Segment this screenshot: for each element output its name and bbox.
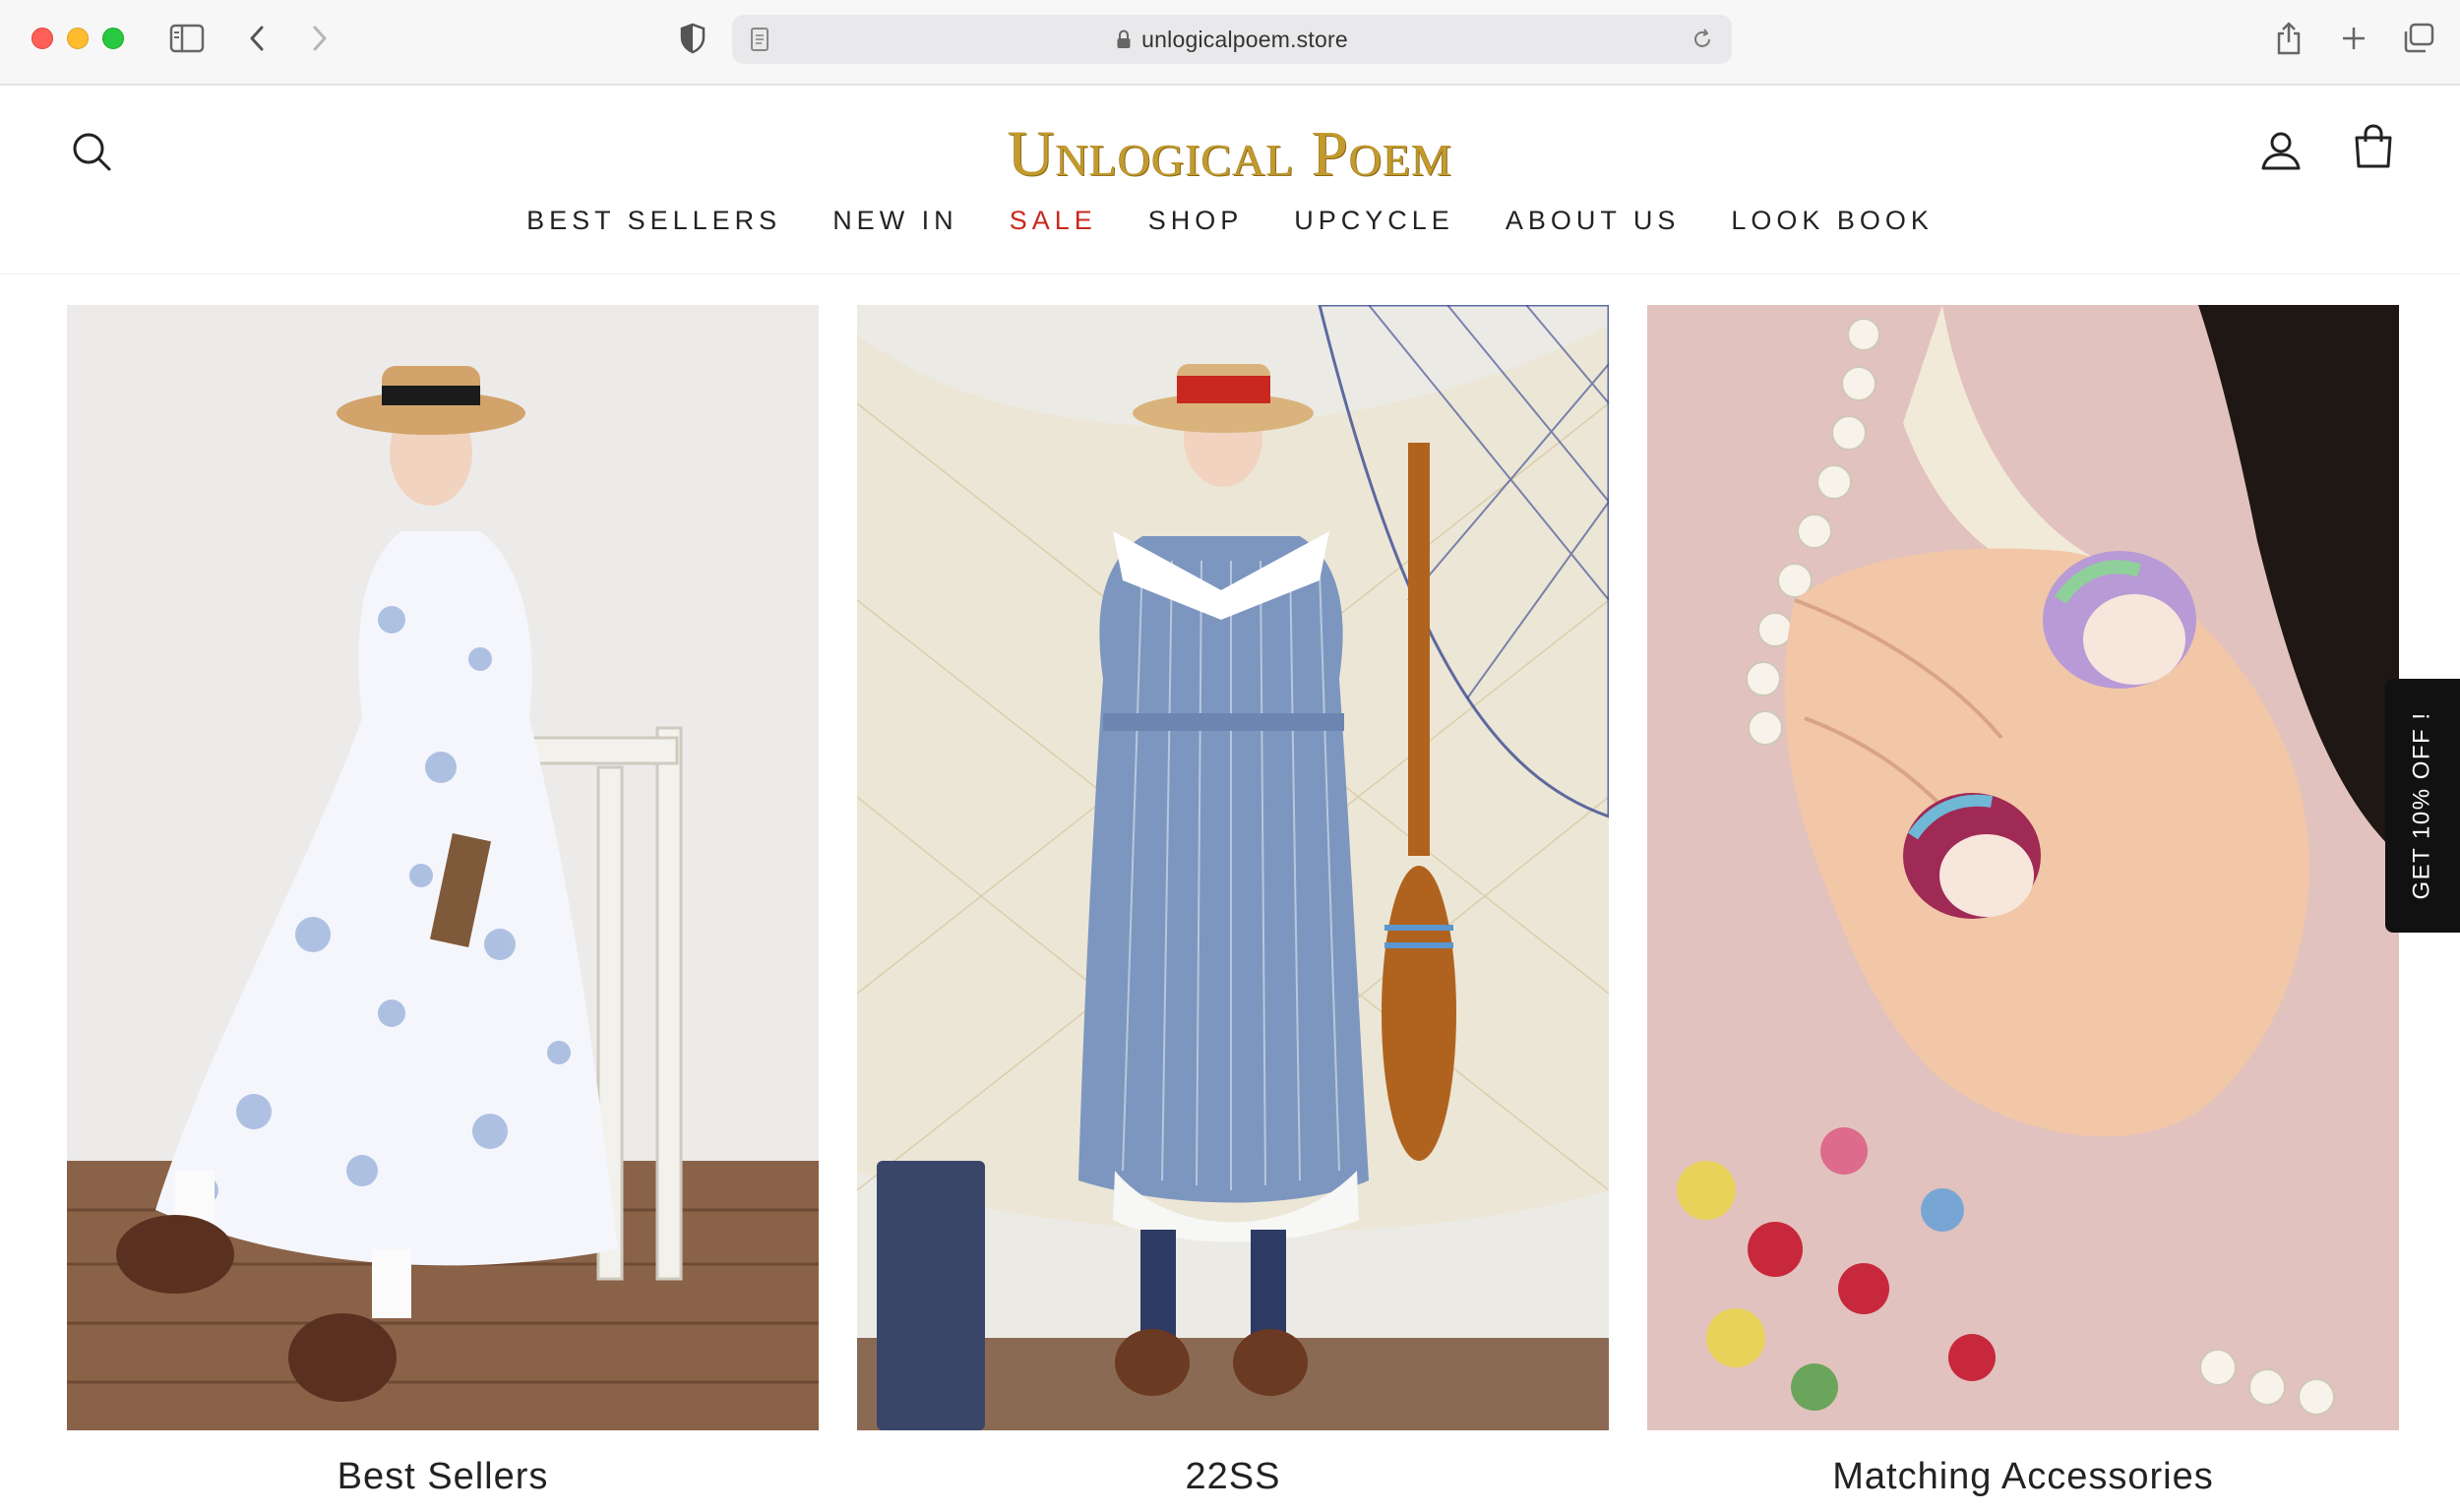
nav-new-in[interactable]: NEW IN (807, 206, 984, 236)
tab-overview-button[interactable] (2397, 16, 2440, 61)
nav-about-us[interactable]: ABOUT US (1480, 206, 1706, 236)
nav-best-sellers[interactable]: BEST SELLERS (501, 206, 807, 236)
nav-look-book[interactable]: LOOK BOOK (1705, 206, 1959, 236)
back-button[interactable] (238, 16, 276, 61)
nav-upcycle[interactable]: UPCYCLE (1268, 206, 1480, 236)
shield-icon (680, 23, 706, 54)
forward-button[interactable] (301, 16, 338, 61)
shopping-bag-icon (2353, 123, 2394, 174)
collection-image-best-sellers[interactable] (67, 305, 819, 1430)
collection-title[interactable]: Matching Accessories (1647, 1456, 2399, 1498)
collection-image-22ss[interactable] (857, 305, 1609, 1430)
browser-toolbar: unlogicalpoem.store (0, 0, 2460, 86)
chevron-left-icon (247, 24, 267, 53)
close-window-button[interactable] (31, 28, 53, 49)
zoom-window-button[interactable] (102, 28, 124, 49)
sidebar-toggle-button[interactable] (165, 16, 209, 61)
user-icon (2260, 130, 2302, 176)
collection-card[interactable]: Best Sellers (67, 305, 819, 1497)
discount-promo-tab[interactable]: GET 10% OFF ! (2385, 679, 2460, 933)
address-bar[interactable]: unlogicalpoem.store (732, 15, 1732, 64)
nav-shop[interactable]: SHOP (1123, 206, 1269, 236)
collection-card[interactable]: 22SS (857, 305, 1609, 1497)
promo-label: GET 10% OFF ! (2409, 711, 2436, 900)
collection-title[interactable]: 22SS (857, 1456, 1609, 1498)
cart-button[interactable] (2348, 121, 2399, 176)
new-tab-button[interactable] (2334, 16, 2373, 61)
account-button[interactable] (2255, 127, 2306, 178)
minimize-window-button[interactable] (67, 28, 89, 49)
collection-card[interactable]: Matching Accessories (1647, 305, 2399, 1497)
collection-title[interactable]: Best Sellers (67, 1456, 819, 1498)
collection-grid: Best Sellers 22SS Matching Accessories (67, 305, 2399, 1512)
share-icon (2275, 21, 2303, 56)
plus-icon (2340, 25, 2368, 52)
site-header: Unlogical Poem BEST SELLERS NEW IN SALE … (0, 86, 2460, 274)
lock-icon (1116, 30, 1132, 49)
reload-icon[interactable] (1691, 28, 1714, 56)
share-button[interactable] (2269, 16, 2308, 61)
main-navigation: BEST SELLERS NEW IN SALE SHOP UPCYCLE AB… (0, 206, 2460, 236)
site-logo[interactable]: Unlogical Poem (0, 117, 2460, 192)
privacy-report-button[interactable] (673, 16, 712, 61)
tabs-icon (2402, 23, 2435, 54)
nav-sale[interactable]: SALE (984, 206, 1123, 236)
chevron-right-icon (310, 24, 330, 53)
collection-image-matching-accessories[interactable] (1647, 305, 2399, 1430)
url-text: unlogicalpoem.store (1141, 26, 1348, 52)
sidebar-icon (169, 24, 205, 53)
